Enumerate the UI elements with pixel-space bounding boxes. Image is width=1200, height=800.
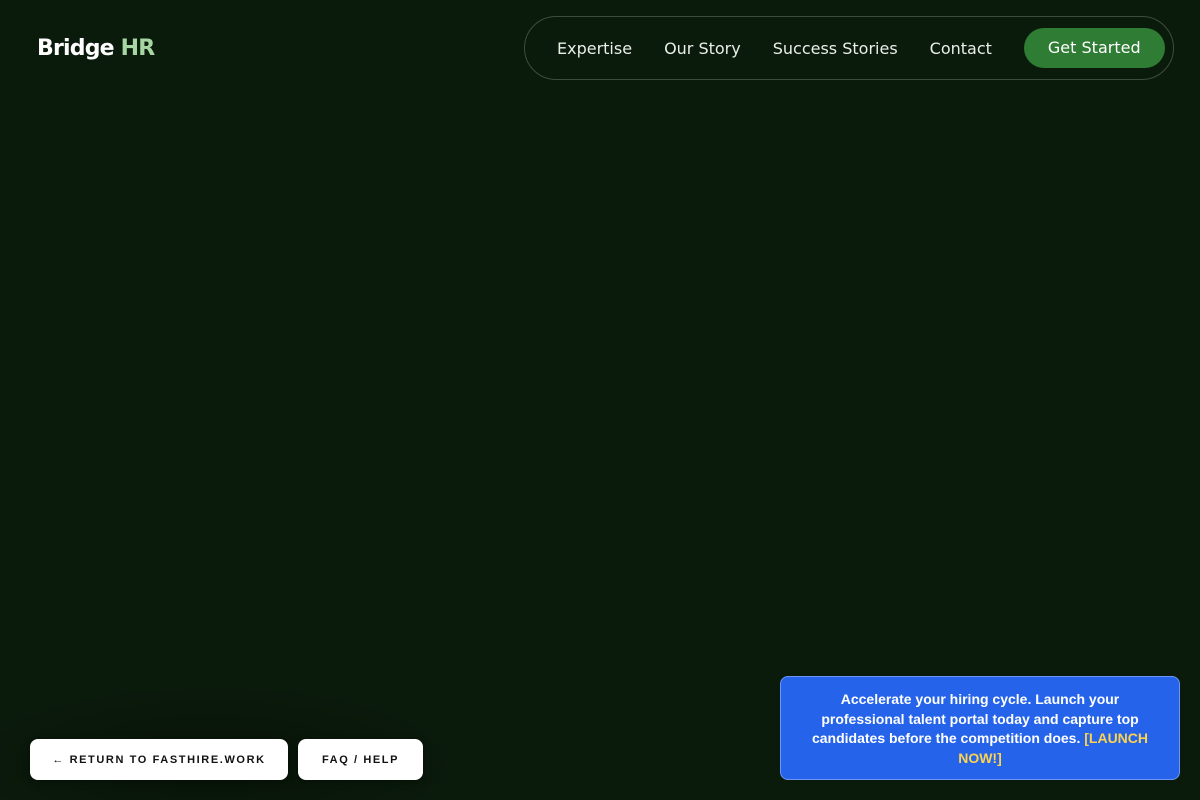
logo[interactable]: Bridge HR <box>37 34 156 64</box>
logo-accent-text: HR <box>120 36 156 61</box>
faq-help-button[interactable]: FAQ / HELP <box>298 739 423 780</box>
logo-text: Bridge <box>37 36 115 61</box>
nav-link-expertise[interactable]: Expertise <box>557 39 632 58</box>
nav-link-our-story[interactable]: Our Story <box>664 39 741 58</box>
nav-link-success-stories[interactable]: Success Stories <box>773 39 898 58</box>
page: Bridge HR Expertise Our Story Success St… <box>0 0 1200 800</box>
main-nav: Expertise Our Story Success Stories Cont… <box>524 16 1174 80</box>
get-started-button[interactable]: Get Started <box>1023 28 1165 68</box>
nav-link-contact[interactable]: Contact <box>930 39 992 58</box>
return-to-fasthire-button[interactable]: ← RETURN TO FASTHIRE.WORK <box>30 739 288 780</box>
promo-banner: Accelerate your hiring cycle. Launch you… <box>780 676 1180 780</box>
